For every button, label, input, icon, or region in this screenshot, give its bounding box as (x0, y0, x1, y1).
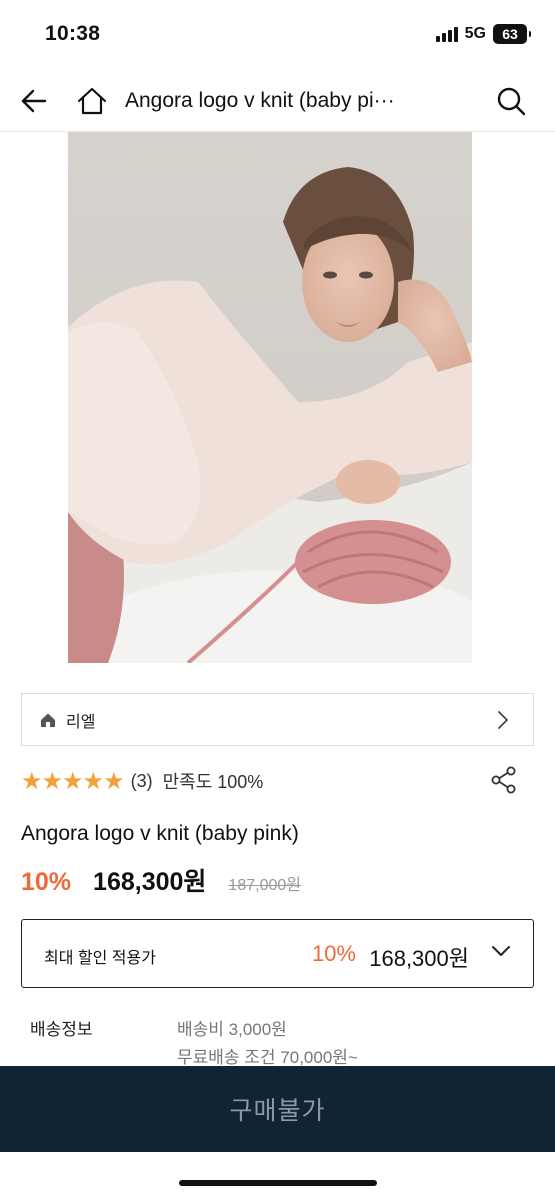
price-row: 10% 168,300원 187,000원 (21, 862, 301, 898)
shipping-fee: 배송비 3,000원 (177, 1020, 287, 1039)
battery-level: 63 (502, 26, 518, 42)
buy-button[interactable]: 구매불가 (0, 1066, 555, 1152)
search-icon (497, 87, 526, 116)
max-discount-dropdown[interactable]: 최대 할인 적용가 10% 168,300원 (21, 919, 534, 988)
buy-button-label: 구매불가 (229, 1097, 326, 1125)
max-discount-label: 최대 할인 적용가 (44, 950, 156, 967)
share-button[interactable] (490, 766, 518, 799)
brand-link[interactable]: 리엘 (21, 693, 534, 746)
brand-name: 리엘 (66, 713, 96, 731)
product-photo (68, 132, 472, 663)
discount-rate: 10% (21, 868, 72, 896)
page-title: Angora logo v knit (baby pi··· (125, 89, 395, 112)
free-shipping-condition: 무료배송 조건 70,000원~ (177, 1048, 358, 1067)
home-icon (77, 87, 107, 115)
review-count[interactable]: (3) (131, 771, 153, 792)
top-nav: Angora logo v knit (baby pi··· (0, 70, 555, 132)
battery-icon: 63 (493, 24, 531, 44)
network-label: 5G (464, 25, 486, 42)
product-image[interactable] (68, 132, 472, 663)
rating-stars: ★★★★★ (21, 767, 125, 795)
sale-price: 168,300원 (93, 868, 207, 896)
home-button[interactable] (75, 84, 109, 118)
home-indicator (179, 1180, 377, 1186)
product-name: Angora logo v knit (baby pink) (21, 822, 299, 845)
status-bar: 10:38 5G 63 (0, 0, 555, 70)
chevron-right-icon (498, 711, 508, 729)
share-icon (491, 766, 516, 794)
shipping-label: 배송정보 (30, 1020, 93, 1039)
max-discount-rate: 10% (311, 941, 356, 966)
home-icon (41, 713, 55, 727)
signal-icon (435, 26, 458, 42)
back-button[interactable] (17, 84, 51, 118)
chevron-down-icon (492, 946, 510, 956)
rating-row: ★★★★★ (3) 만족도 100% (21, 766, 534, 796)
original-price: 187,000원 (228, 877, 301, 894)
back-arrow-icon (21, 89, 47, 113)
satisfaction-rate: 만족도 100% (162, 772, 264, 792)
status-time: 10:38 (45, 22, 101, 45)
max-discount-price: 168,300원 (369, 946, 469, 971)
search-button[interactable] (494, 84, 528, 118)
status-indicators: 5G 63 (435, 24, 531, 44)
